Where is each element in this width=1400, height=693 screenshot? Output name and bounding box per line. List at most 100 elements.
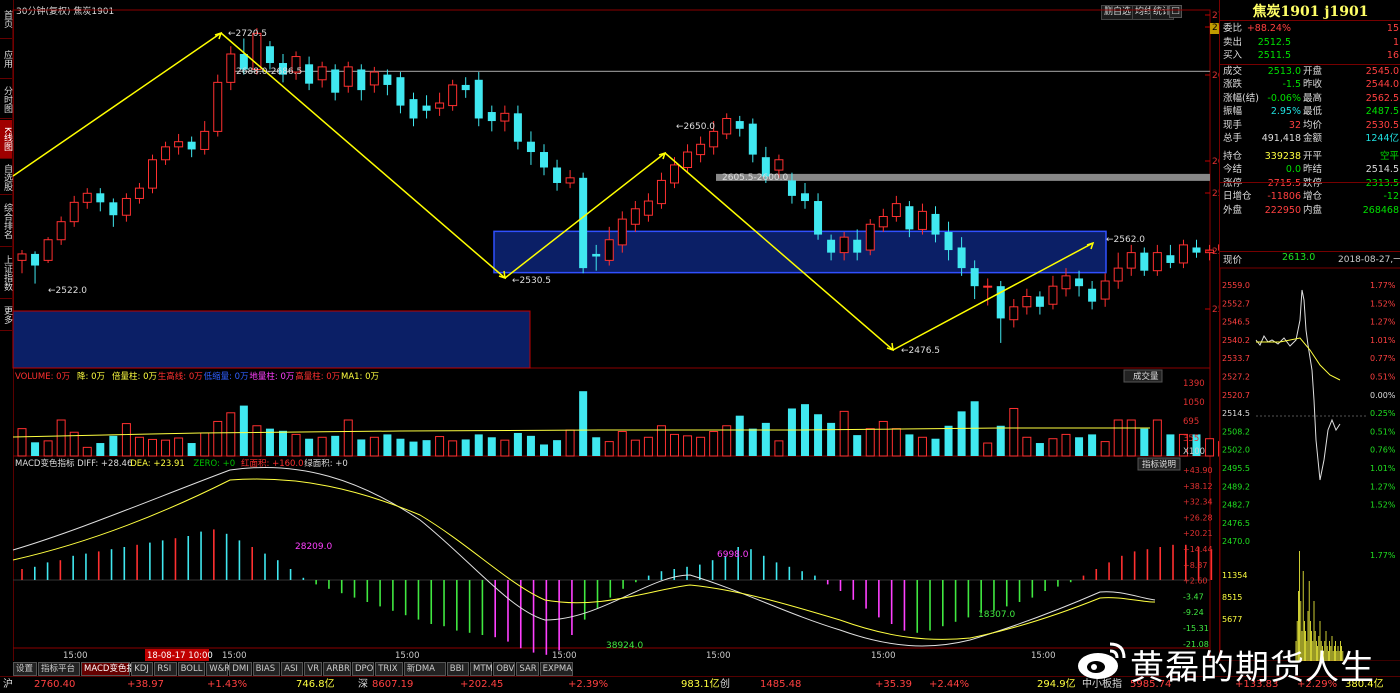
status-item: +202.45: [460, 677, 503, 693]
indicator-tab-14[interactable]: 新DMA: [404, 662, 446, 676]
indicator-tab-3[interactable]: KDJ: [131, 662, 153, 676]
volume-bar: [475, 434, 483, 456]
volume-bar: [644, 437, 652, 456]
macd-tick: +32.34: [1183, 498, 1213, 507]
candle: [149, 155, 157, 194]
volume-bar: [788, 408, 796, 456]
candle: [566, 170, 574, 188]
chart-area[interactable]: ←2720.52688.0-2686.5←2650.02605.5-2600.0…: [0, 0, 1219, 662]
candle: [305, 57, 313, 91]
candle: [18, 250, 26, 273]
volume-bar: [83, 447, 91, 456]
macd-tick: +43.90: [1183, 466, 1213, 475]
candle: [57, 217, 65, 245]
indicator-tab-4[interactable]: RSI: [154, 662, 176, 676]
volume-bar: [553, 440, 561, 456]
volume-bar: [318, 437, 326, 456]
indicator-tab-10[interactable]: VR: [304, 662, 322, 676]
mini-left-tick: 2559.0: [1222, 281, 1250, 290]
indicator-tab-7[interactable]: DMI: [229, 662, 251, 676]
candle: [344, 62, 352, 93]
indicator-tab-6[interactable]: W&R: [206, 662, 228, 676]
candle: [540, 144, 548, 175]
macd-area-label: 28209.0: [295, 542, 332, 552]
macd-legend-item: DEA: +23.91: [130, 459, 185, 469]
volume-bar: [749, 429, 757, 456]
annotation-label: ←2530.5: [512, 276, 551, 286]
candle: [449, 80, 457, 111]
volume-bar: [214, 421, 222, 456]
indicator-tab-1[interactable]: 指标平台: [38, 662, 80, 676]
price-tick: 2688.9: [1212, 71, 1219, 81]
indicator-tab-18[interactable]: SAR: [516, 662, 538, 676]
quote-panel: 焦炭1901 j1901 委比+88.24%15卖出2512.51买入2511.…: [1219, 0, 1400, 661]
indicator-tab-2[interactable]: MACD变色指标: [81, 662, 130, 676]
mini-right-tick: 0.25%: [1370, 409, 1396, 418]
candle: [801, 183, 809, 209]
mini-left-tick: 2502.0: [1222, 446, 1250, 455]
indicator-tab-13[interactable]: TRIX: [375, 662, 403, 676]
indicator-tab-5[interactable]: BOLL: [178, 662, 206, 676]
indicator-tab-16[interactable]: MTM: [470, 662, 492, 676]
mini-left-tick: 8515: [1222, 593, 1242, 602]
macd-area-label: 6998.0: [717, 550, 749, 560]
indicator-tab-8[interactable]: BIAS: [253, 662, 281, 676]
candle: [410, 93, 418, 127]
indicator-tab-9[interactable]: ASI: [281, 662, 303, 676]
candle: [631, 201, 639, 232]
macd-area-label: 38924.0: [606, 641, 643, 651]
price-tick: 2553.3: [1212, 247, 1219, 257]
candle: [866, 219, 874, 255]
mini-left-tick: 5677: [1222, 615, 1242, 624]
candle: [1049, 276, 1057, 310]
time-tick: 15:00: [222, 651, 247, 661]
intraday-mini-chart[interactable]: 2559.02552.72546.52540.22533.72527.22520…: [1220, 0, 1400, 661]
indicator-tab-11[interactable]: ARBR: [323, 662, 351, 676]
candle: [396, 72, 404, 113]
volume-bar: [188, 443, 196, 456]
indicator-tab-19[interactable]: EXPMA: [540, 662, 573, 676]
mini-left-tick: 2552.7: [1222, 299, 1250, 308]
volume-bar: [109, 436, 117, 456]
candle: [1140, 247, 1148, 275]
indicator-tab-0[interactable]: 设置: [13, 662, 37, 676]
indicator-tab-12[interactable]: DPO: [352, 662, 374, 676]
status-item: +35.39: [875, 677, 912, 693]
mini-right-tick: 1.27%: [1370, 318, 1396, 327]
volume-bar: [436, 437, 444, 456]
volume-bar: [488, 437, 496, 456]
candle: [423, 95, 431, 118]
volume-bar: [344, 420, 352, 456]
candle: [1153, 245, 1161, 276]
volume-legend-item: 倍量柱: 0万: [112, 371, 157, 382]
candle: [214, 75, 222, 137]
mini-left-tick: 2533.7: [1222, 354, 1250, 363]
candle: [370, 67, 378, 93]
volume-bar: [122, 424, 130, 456]
annotation-label: ←2720.5: [228, 29, 267, 39]
volume-bar: [149, 439, 157, 456]
time-tick: 15:00: [552, 651, 577, 661]
volume-bar: [396, 439, 404, 456]
volume-bar: [135, 437, 143, 456]
mini-left-tick: 2540.2: [1222, 336, 1250, 345]
status-item: 8607.19: [372, 677, 413, 693]
indicator-tab-17[interactable]: OBV: [493, 662, 515, 676]
volume-bar: [1166, 434, 1174, 456]
macd-tick: +38.12: [1183, 482, 1213, 491]
indicator-tab-15[interactable]: BBI: [447, 662, 469, 676]
price-axis: 2734.12724.52688.92643.72598.52553.32508…: [1205, 11, 1219, 315]
status-item: 983.1亿: [681, 677, 720, 693]
mini-right-tick: 1.01%: [1370, 464, 1396, 473]
volume-bar: [918, 437, 926, 456]
candle: [383, 69, 391, 95]
mini-left-tick: 2546.5: [1222, 318, 1250, 327]
candle: [723, 113, 731, 139]
time-tick: 15:00: [1031, 651, 1056, 661]
mini-left-tick: 2508.2: [1222, 427, 1250, 436]
candle: [44, 237, 52, 263]
volume-bar: [57, 420, 65, 456]
candle: [1101, 273, 1109, 307]
time-tick: 15:00: [63, 651, 88, 661]
mini-right-tick: 0.51%: [1370, 427, 1396, 436]
